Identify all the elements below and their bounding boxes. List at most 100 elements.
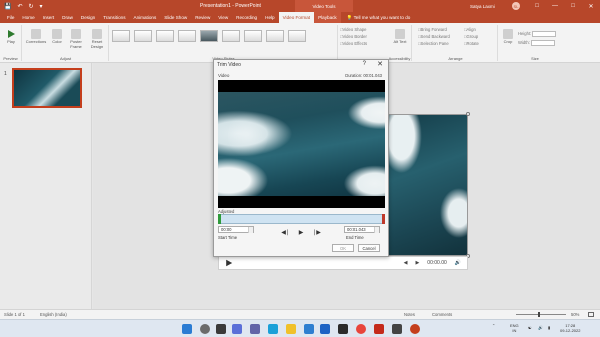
app-icon-red[interactable] — [374, 324, 384, 334]
end-time-input[interactable]: 00:01.043 — [344, 226, 380, 233]
comments-button[interactable]: Comments — [432, 312, 452, 317]
help-icon[interactable]: ? — [363, 61, 366, 67]
video-style-thumb[interactable] — [244, 30, 262, 42]
wifi-icon[interactable]: ☯ — [528, 325, 532, 330]
minimize-icon[interactable]: — — [546, 0, 564, 12]
task-view-icon[interactable] — [216, 324, 226, 334]
selection-pane-button[interactable]: Selection Pane — [418, 40, 450, 47]
cancel-button[interactable]: Cancel — [358, 244, 380, 252]
tab-review[interactable]: Review — [191, 12, 214, 23]
play-button[interactable]: Play — [4, 29, 18, 45]
slide-thumbnail[interactable] — [12, 68, 82, 108]
clock[interactable]: 17:28 09-12-2022 — [560, 323, 580, 333]
volume-icon[interactable]: 🔊 — [455, 260, 461, 266]
end-time-spinner[interactable] — [374, 227, 379, 233]
height-input[interactable] — [532, 30, 557, 37]
end-trim-handle[interactable] — [382, 214, 385, 224]
notes-button[interactable]: Notes — [404, 312, 415, 317]
show-hidden-icons[interactable]: ⌃ — [492, 323, 495, 328]
tab-video-format[interactable]: Video Format — [278, 12, 315, 23]
corrections-button[interactable]: Corrections — [25, 29, 47, 45]
align-button[interactable]: Align — [464, 26, 479, 33]
language-status[interactable]: English (India) — [40, 312, 67, 317]
zoom-slider-thumb[interactable] — [538, 312, 540, 317]
close-icon[interactable]: ✕ — [377, 60, 383, 68]
ribbon-display-icon[interactable]: □ — [528, 0, 546, 12]
video-border-button[interactable]: Video Border — [340, 33, 367, 40]
tab-design[interactable]: Design — [77, 12, 99, 23]
poster-frame-button[interactable]: Poster Frame — [67, 29, 85, 49]
video-shape-button[interactable]: Video Shape — [340, 26, 367, 33]
tab-playback[interactable]: Playback — [314, 12, 341, 23]
reset-design-button[interactable]: Reset Design — [87, 29, 107, 49]
save-icon[interactable]: 💾 — [4, 3, 11, 10]
width-field[interactable]: Width: — [518, 38, 556, 47]
rewind-icon[interactable]: ◀ — [404, 260, 408, 266]
store-icon[interactable] — [304, 324, 314, 334]
video-style-thumb[interactable] — [134, 30, 152, 42]
video-style-thumb[interactable] — [112, 30, 130, 42]
play-icon[interactable]: ▶ — [296, 227, 306, 237]
file-explorer-icon[interactable] — [286, 324, 296, 334]
windows-start-icon[interactable] — [182, 324, 192, 334]
tell-me-search[interactable]: 💡 Tell me what you want to do — [347, 15, 411, 21]
fit-to-window-icon[interactable] — [588, 312, 594, 317]
language-indicator[interactable]: ENG IN — [510, 323, 519, 333]
tab-help[interactable]: Help — [261, 12, 278, 23]
next-frame-icon[interactable]: ∣▶ — [312, 227, 322, 237]
resize-handle[interactable] — [466, 112, 470, 116]
group-button[interactable]: Group — [464, 33, 479, 40]
app-icon-dark[interactable] — [392, 324, 402, 334]
video-style-thumb[interactable] — [266, 30, 284, 42]
search-icon[interactable] — [200, 324, 210, 334]
video-on-slide[interactable] — [384, 114, 468, 256]
video-style-thumb[interactable] — [200, 30, 218, 42]
crop-button[interactable]: Crop — [502, 29, 514, 45]
trim-timeline[interactable] — [218, 214, 385, 224]
rotate-button[interactable]: Rotate — [464, 40, 479, 47]
video-style-thumb[interactable] — [156, 30, 174, 42]
app-icon[interactable] — [338, 324, 348, 334]
ok-button[interactable]: OK — [332, 244, 354, 252]
battery-icon[interactable]: ▮ — [548, 325, 550, 330]
tab-view[interactable]: View — [214, 12, 232, 23]
zoom-slider[interactable] — [516, 314, 566, 315]
video-style-thumb[interactable] — [288, 30, 306, 42]
tab-draw[interactable]: Draw — [58, 12, 77, 23]
chrome-icon[interactable] — [356, 324, 366, 334]
widgets-icon[interactable] — [232, 324, 242, 334]
tab-animations[interactable]: Animations — [130, 12, 161, 23]
powerpoint-icon[interactable] — [410, 324, 420, 334]
tab-insert[interactable]: Insert — [39, 12, 59, 23]
redo-icon[interactable]: ↻ — [29, 3, 34, 10]
edge-icon[interactable] — [268, 324, 278, 334]
height-field[interactable]: Height: — [518, 29, 557, 38]
tab-slide-show[interactable]: Slide Show — [160, 12, 191, 23]
user-name[interactable]: Satya Laxmi — [470, 4, 495, 9]
undo-icon[interactable]: ↶ — [17, 3, 22, 10]
maximize-icon[interactable]: □ — [564, 0, 582, 12]
previous-frame-icon[interactable]: ◀∣ — [280, 227, 290, 237]
bring-forward-button[interactable]: Bring Forward — [418, 26, 450, 33]
width-input[interactable] — [531, 39, 556, 46]
avatar[interactable]: SL — [512, 2, 520, 10]
start-time-input[interactable]: 00:00 — [218, 226, 254, 233]
video-style-thumb[interactable] — [178, 30, 196, 42]
tab-recording[interactable]: Recording — [232, 12, 261, 23]
play-icon[interactable] — [226, 259, 233, 267]
send-backward-button[interactable]: Send Backward — [418, 33, 450, 40]
teams-icon[interactable] — [250, 324, 260, 334]
zoom-level[interactable]: 50% — [571, 312, 579, 317]
tab-home[interactable]: Home — [18, 12, 38, 23]
forward-icon[interactable]: ▶ — [415, 260, 419, 266]
tab-transitions[interactable]: Transitions — [99, 12, 129, 23]
video-effects-button[interactable]: Video Effects — [340, 40, 368, 47]
mail-icon[interactable] — [320, 324, 330, 334]
start-trim-handle[interactable] — [218, 214, 221, 224]
alt-text-button[interactable]: Alt Text — [392, 29, 408, 45]
video-style-thumb[interactable] — [222, 30, 240, 42]
tab-file[interactable]: File — [3, 12, 18, 23]
start-time-spinner[interactable] — [248, 227, 253, 233]
color-button[interactable]: Color — [50, 29, 64, 45]
customize-qat-icon[interactable]: ▾ — [40, 3, 43, 10]
